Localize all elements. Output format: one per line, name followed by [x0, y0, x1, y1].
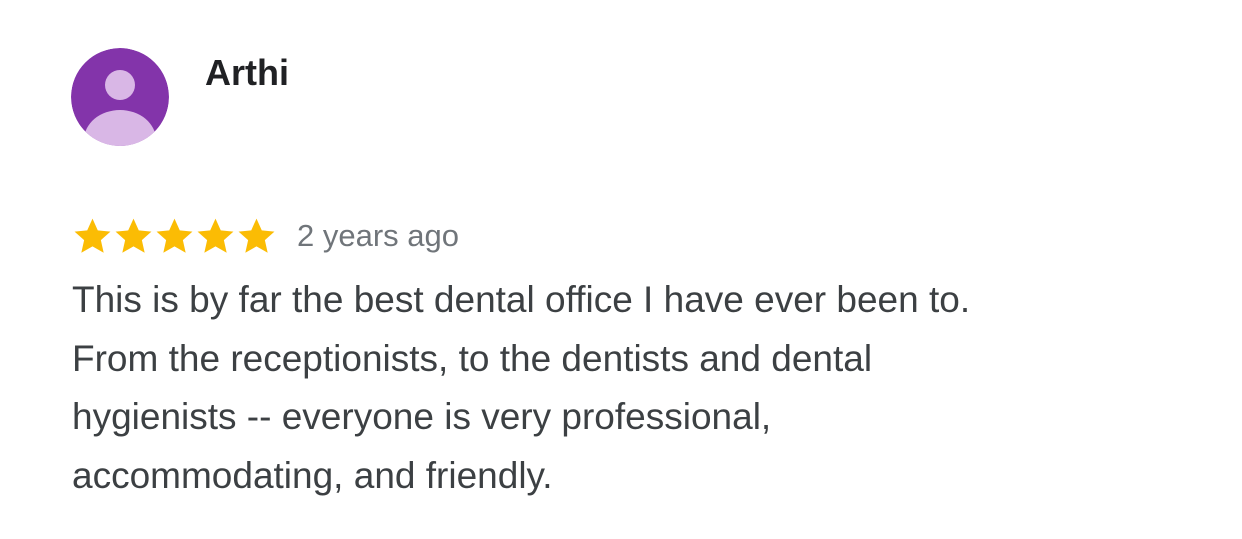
star-icon [74, 218, 111, 253]
review-timestamp: 2 years ago [297, 218, 459, 253]
star-icon [115, 218, 152, 253]
review-text: This is by far the best dental office I … [72, 271, 1182, 505]
default-person-icon [71, 48, 169, 146]
star-icon [197, 218, 234, 253]
review-text-line: This is by far the best dental office I … [72, 279, 971, 320]
review-text-line: accommodating, and friendly. [72, 454, 553, 496]
review-text-line: From the receptionists, to the dentists … [72, 337, 873, 379]
star-icon [238, 218, 275, 253]
review-card: Arthi 2 years ago This is by far the bes… [0, 0, 1242, 539]
review-text-line: hygienists -- everyone is very professio… [72, 396, 772, 437]
star-icon [156, 218, 193, 253]
reviewer-name[interactable]: Arthi [205, 52, 289, 94]
star-rating [72, 211, 277, 261]
reviewer-avatar[interactable] [71, 48, 169, 146]
